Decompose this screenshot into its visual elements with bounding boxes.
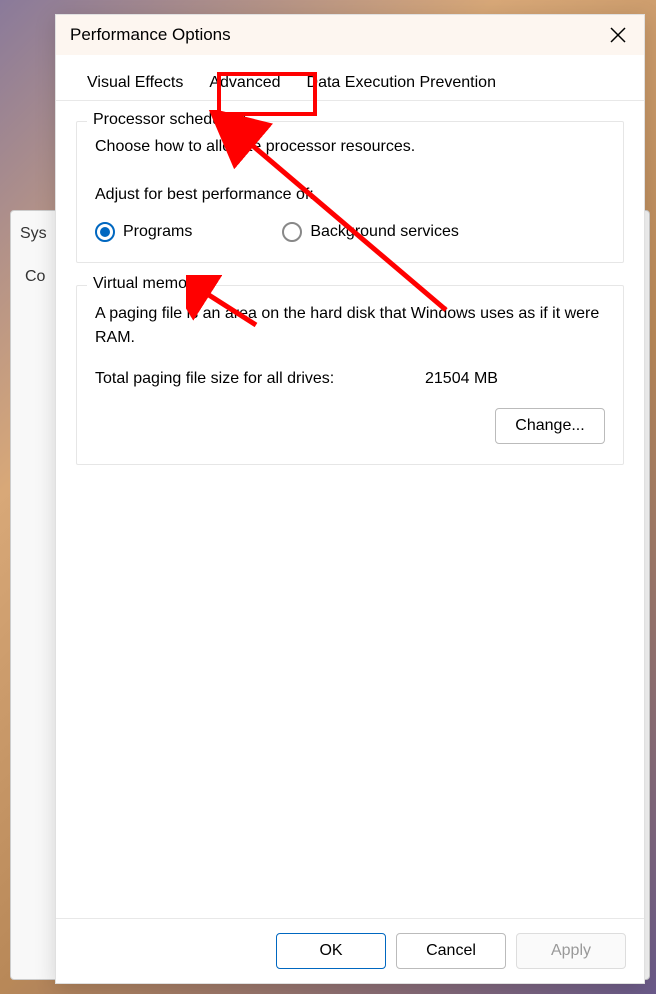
bg-tab-partial: Sys: [20, 225, 47, 243]
radio-programs-label: Programs: [123, 223, 192, 241]
titlebar: Performance Options: [56, 15, 644, 55]
radio-circle-icon: [95, 222, 115, 242]
bg-row-partial: Co: [25, 268, 45, 286]
cancel-button[interactable]: Cancel: [396, 933, 506, 969]
processor-desc: Choose how to allocate processor resourc…: [95, 138, 605, 156]
dialog-title: Performance Options: [70, 25, 231, 45]
vm-legend: Virtual memory: [87, 275, 206, 293]
vm-desc: A paging file is an area on the hard dis…: [95, 302, 605, 350]
radio-circle-icon: [282, 222, 302, 242]
processor-legend: Processor scheduling: [87, 111, 252, 129]
processor-scheduling-group: Processor scheduling Choose how to alloc…: [76, 121, 624, 263]
performance-options-dialog: Performance Options Visual Effects Advan…: [55, 14, 645, 984]
radio-programs[interactable]: Programs: [95, 222, 192, 242]
adjust-label: Adjust for best performance of:: [95, 186, 605, 204]
radio-background-services[interactable]: Background services: [282, 222, 459, 242]
change-button[interactable]: Change...: [495, 408, 605, 444]
close-icon: [608, 25, 628, 45]
ok-button[interactable]: OK: [276, 933, 386, 969]
vm-total-value: 21504 MB: [425, 370, 498, 388]
tab-visual-effects[interactable]: Visual Effects: [74, 67, 196, 100]
dialog-content: Processor scheduling Choose how to alloc…: [56, 101, 644, 918]
radio-background-label: Background services: [310, 223, 459, 241]
tab-strip: Visual Effects Advanced Data Execution P…: [56, 55, 644, 101]
apply-button[interactable]: Apply: [516, 933, 626, 969]
virtual-memory-group: Virtual memory A paging file is an area …: [76, 285, 624, 465]
close-button[interactable]: [608, 25, 628, 45]
vm-total-label: Total paging file size for all drives:: [95, 370, 425, 388]
tab-advanced[interactable]: Advanced: [196, 67, 293, 100]
dialog-footer: OK Cancel Apply: [56, 918, 644, 983]
tab-dep[interactable]: Data Execution Prevention: [294, 67, 509, 100]
